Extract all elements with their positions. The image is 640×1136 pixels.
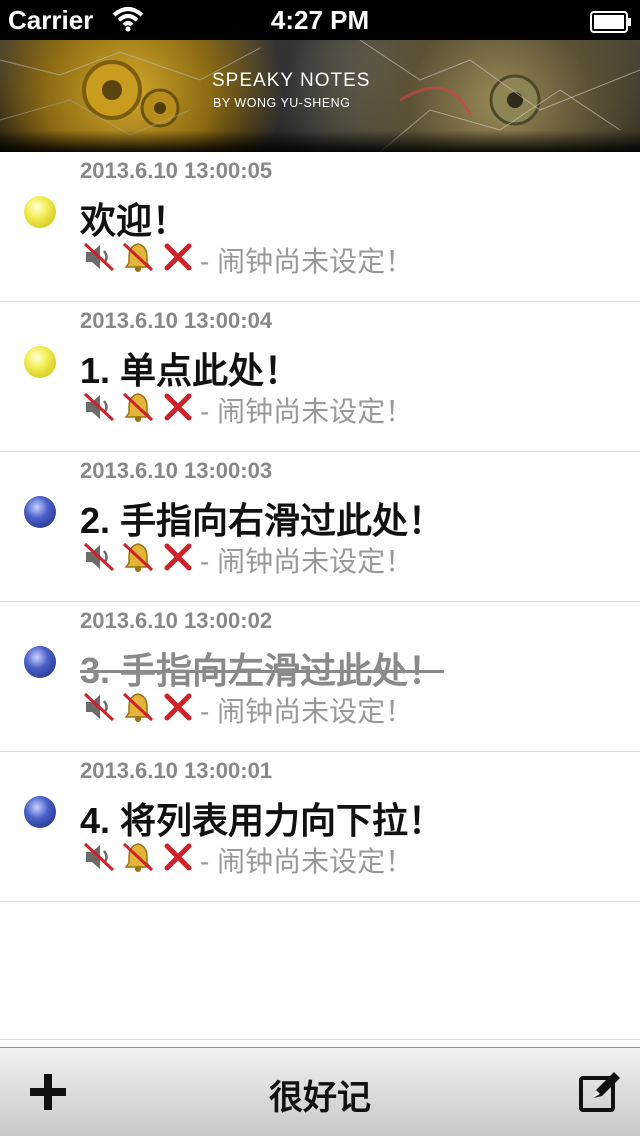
list-bottom-divider [0, 1039, 640, 1040]
note-icons [82, 240, 196, 276]
delete-icon [164, 393, 192, 421]
note-date: 2013.6.10 13:00:01 [80, 758, 273, 783]
delete-icon [164, 693, 192, 721]
bell-muted-icon [123, 392, 154, 422]
alarm-status: - 闹钟尚未设定！ [200, 846, 414, 877]
note-title: 3. 手指向左滑过此处！ [80, 650, 445, 691]
bell-muted-icon [123, 242, 154, 272]
note-icons [82, 690, 196, 726]
note-title: 2. 手指向右滑过此处！ [80, 500, 445, 541]
app-banner: SPEAKY NOTES BY WONG YU-SHENG [0, 40, 640, 152]
speaker-muted-icon [83, 692, 115, 722]
note-row[interactable]: 2013.6.10 13:00:02 3. 手指向左滑过此处！ - 闹钟尚未设定… [0, 602, 640, 752]
alarm-status: - 闹钟尚未设定！ [200, 546, 414, 577]
note-title: 4. 将列表用力向下拉！ [80, 800, 445, 841]
alarm-status: - 闹钟尚未设定！ [200, 396, 414, 427]
note-row[interactable]: 2013.6.10 13:00:03 2. 手指向右滑过此处！ - 闹钟尚未设定… [0, 452, 640, 602]
battery-icon [590, 9, 632, 40]
bell-muted-icon [123, 842, 154, 872]
note-title: 欢迎！ [80, 200, 189, 241]
notes-list[interactable]: 2013.6.10 13:00:05 欢迎！ - 闹钟尚未设定！ 2013.6.… [0, 152, 640, 902]
note-date: 2013.6.10 13:00:02 [80, 608, 273, 633]
priority-dot[interactable] [24, 496, 56, 528]
note-date: 2013.6.10 13:00:03 [80, 458, 273, 483]
alarm-status: - 闹钟尚未设定！ [200, 696, 414, 727]
app-title: 很好记 [269, 1079, 371, 1117]
note-icons [82, 840, 196, 876]
speaker-muted-icon [83, 842, 115, 872]
note-row[interactable]: 2013.6.10 13:00:04 1. 单点此处！ - 闹钟尚未设定！ [0, 302, 640, 452]
banner-title: SPEAKY NOTES [212, 70, 371, 91]
speaker-muted-icon [83, 392, 115, 422]
delete-icon [164, 543, 192, 571]
speaker-muted-icon [83, 542, 115, 572]
bell-muted-icon [123, 542, 154, 572]
bell-muted-icon [123, 692, 154, 722]
status-time: 4:27 PM [270, 5, 370, 35]
delete-icon [164, 843, 192, 871]
priority-dot[interactable] [24, 196, 56, 228]
compose-icon[interactable] [578, 1070, 622, 1119]
note-row[interactable]: 2013.6.10 13:00:01 4. 将列表用力向下拉！ - 闹钟尚未设定… [0, 752, 640, 902]
alarm-status: - 闹钟尚未设定！ [200, 246, 414, 277]
note-title: 1. 单点此处！ [80, 350, 301, 391]
note-date: 2013.6.10 13:00:05 [80, 158, 273, 183]
status-bar: Carrier 4:27 PM [0, 0, 640, 40]
speaker-muted-icon [83, 242, 115, 272]
priority-dot[interactable] [24, 796, 56, 828]
delete-icon [164, 243, 192, 271]
note-date: 2013.6.10 13:00:04 [80, 308, 273, 333]
bottom-toolbar: 很好记 [0, 1047, 640, 1136]
priority-dot[interactable] [24, 646, 56, 678]
banner-subtitle: BY WONG YU-SHENG [213, 96, 351, 110]
priority-dot[interactable] [24, 346, 56, 378]
banner-shadow [0, 130, 640, 152]
note-icons [82, 390, 196, 426]
note-icons [82, 540, 196, 576]
note-row[interactable]: 2013.6.10 13:00:05 欢迎！ - 闹钟尚未设定！ [0, 152, 640, 302]
